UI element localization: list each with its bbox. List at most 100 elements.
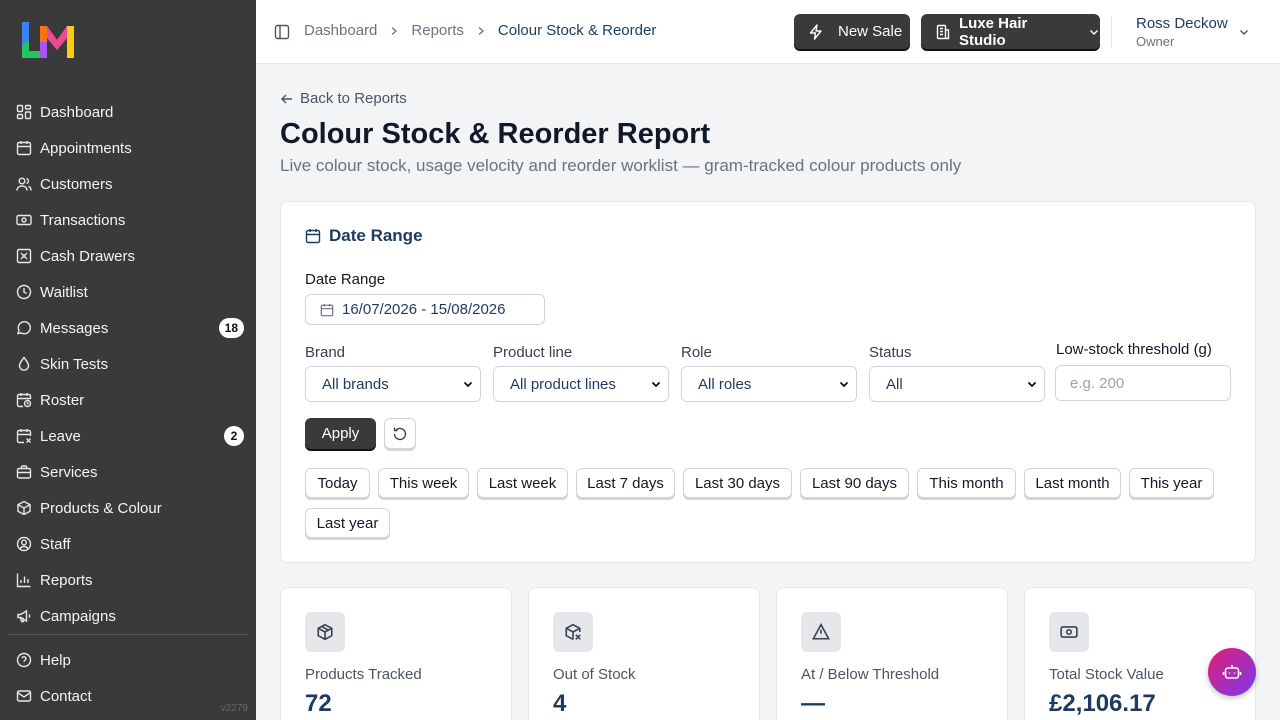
back-label: Back to Reports xyxy=(300,90,407,107)
sidebar-item-label: Customers xyxy=(40,175,113,193)
preset-last-week-button[interactable]: Last week xyxy=(477,468,568,498)
sidebar-item-label: Roster xyxy=(40,391,85,409)
sidebar-item-messages[interactable]: Messages 18 xyxy=(0,310,256,346)
chevron-down-icon xyxy=(650,378,662,390)
sidebar-item-label: Messages xyxy=(40,319,109,337)
brand-select[interactable]: All brands xyxy=(305,366,481,402)
chevron-down-icon xyxy=(1088,26,1100,38)
sidebar-item-help[interactable]: Help xyxy=(0,642,256,678)
sidebar-item-label: Products & Colour xyxy=(40,499,162,517)
sidebar-item-reports[interactable]: Reports xyxy=(0,562,256,598)
filters-card-title: Date Range xyxy=(305,226,423,246)
sidebar-item-staff[interactable]: Staff xyxy=(0,526,256,562)
sidebar-divider xyxy=(8,634,248,635)
sidebar-item-services[interactable]: Services xyxy=(0,454,256,490)
app-logo[interactable] xyxy=(20,20,76,60)
preset-last-7-days-button[interactable]: Last 7 days xyxy=(576,468,675,498)
box-icon xyxy=(305,612,345,652)
preset-last-month-button[interactable]: Last month xyxy=(1024,468,1121,498)
sidebar-item-leave[interactable]: Leave 2 xyxy=(0,418,256,454)
stat-at-below-threshold: At / Below Threshold — xyxy=(776,587,1008,720)
bot-icon xyxy=(1222,662,1242,682)
preset-this-year-button[interactable]: This year xyxy=(1129,468,1214,498)
sidebar-item-label: Cash Drawers xyxy=(40,247,136,265)
sidebar-item-label: Staff xyxy=(40,535,71,553)
date-range-picker[interactable]: 16/07/2026 - 15/08/2026 xyxy=(305,294,545,325)
preset-last-90-days-button[interactable]: Last 90 days xyxy=(800,468,909,498)
page-subtitle: Live colour stock, usage velocity and re… xyxy=(280,156,962,175)
bar-chart-icon xyxy=(16,572,32,588)
chevron-down-icon xyxy=(838,378,850,390)
megaphone-icon xyxy=(16,608,32,624)
calendar-clock-icon xyxy=(16,392,32,408)
calendar-icon xyxy=(305,228,329,244)
stat-value: — xyxy=(801,690,825,717)
calendar-icon xyxy=(320,303,342,317)
reset-button[interactable] xyxy=(384,418,416,449)
sidebar-item-waitlist[interactable]: Waitlist xyxy=(0,274,256,310)
breadcrumb-dashboard[interactable]: Dashboard xyxy=(304,22,377,39)
sidebar-item-dashboard[interactable]: Dashboard xyxy=(0,94,256,130)
threshold-input[interactable]: e.g. 200 xyxy=(1055,365,1231,401)
stat-products-tracked: Products Tracked 72 xyxy=(280,587,512,720)
preset-this-week-button[interactable]: This week xyxy=(378,468,469,498)
sidebar-item-skin-tests[interactable]: Skin Tests xyxy=(0,346,256,382)
user-name: Ross Deckow xyxy=(1136,15,1228,32)
topbar-divider xyxy=(1111,16,1112,48)
apply-button[interactable]: Apply xyxy=(305,418,376,449)
sidebar-item-label: Transactions xyxy=(40,211,126,229)
sidebar-item-products-colour[interactable]: Products & Colour xyxy=(0,490,256,526)
sidebar-item-label: Reports xyxy=(40,571,93,589)
sidebar-item-cash-drawers[interactable]: Cash Drawers xyxy=(0,238,256,274)
briefcase-icon xyxy=(16,464,32,480)
sidebar-item-label: Dashboard xyxy=(40,103,114,121)
sidebar-item-customers[interactable]: Customers xyxy=(0,166,256,202)
product-line-select[interactable]: All product lines xyxy=(493,366,669,402)
threshold-placeholder: e.g. 200 xyxy=(1070,374,1125,392)
sidebar-item-campaigns[interactable]: Campaigns xyxy=(0,598,256,634)
sidebar-item-contact[interactable]: Contact xyxy=(0,678,256,714)
chevron-right-icon xyxy=(389,26,399,36)
arrow-left-icon xyxy=(280,92,300,106)
sidebar-toggle-icon[interactable] xyxy=(274,24,290,40)
page-title: Colour Stock & Reorder Report xyxy=(280,118,711,150)
studio-switcher-button[interactable]: Luxe Hair Studio xyxy=(921,14,1100,49)
breadcrumb: Dashboard Reports Colour Stock & Reorder xyxy=(304,22,656,39)
sidebar-item-label: Services xyxy=(40,463,98,481)
users-icon xyxy=(16,176,32,192)
date-range-value: 16/07/2026 - 15/08/2026 xyxy=(342,301,506,318)
sidebar: Dashboard Appointments Customers Transac… xyxy=(0,0,256,720)
status-label: Status xyxy=(869,344,912,361)
role-select[interactable]: All roles xyxy=(681,366,857,402)
dashboard-icon xyxy=(16,104,32,120)
sidebar-item-label: Skin Tests xyxy=(40,355,109,373)
sidebar-item-label: Contact xyxy=(40,687,92,705)
sidebar-item-transactions[interactable]: Transactions xyxy=(0,202,256,238)
sidebar-item-label: Leave xyxy=(40,427,81,445)
messages-count-badge: 18 xyxy=(218,318,244,338)
user-menu-chevron-icon[interactable] xyxy=(1238,26,1250,38)
chevron-down-icon xyxy=(462,378,474,390)
threshold-label: Low-stock threshold (g) xyxy=(1056,341,1212,358)
preset-this-month-button[interactable]: This month xyxy=(917,468,1016,498)
sidebar-item-appointments[interactable]: Appointments xyxy=(0,130,256,166)
sidebar-item-roster[interactable]: Roster xyxy=(0,382,256,418)
preset-today-button[interactable]: Today xyxy=(305,468,370,498)
stat-label: Products Tracked xyxy=(305,666,422,683)
preset-last-year-button[interactable]: Last year xyxy=(305,508,390,538)
stat-label: Out of Stock xyxy=(553,666,636,683)
new-sale-label: New Sale xyxy=(838,23,903,40)
back-to-reports-link[interactable]: Back to Reports xyxy=(280,90,407,107)
assistant-fab-button[interactable] xyxy=(1208,648,1256,696)
sidebar-nav: Dashboard Appointments Customers Transac… xyxy=(0,94,256,634)
status-select[interactable]: All xyxy=(869,366,1045,402)
new-sale-button[interactable]: New Sale xyxy=(794,14,910,49)
filters-card: Date Range Date Range 16/07/2026 - 15/08… xyxy=(280,201,1256,563)
user-menu[interactable]: Ross Deckow Owner xyxy=(1136,15,1228,49)
package-icon xyxy=(16,500,32,516)
breadcrumb-reports[interactable]: Reports xyxy=(411,22,464,39)
calendar-x-icon xyxy=(16,428,32,444)
calendar-icon xyxy=(16,140,32,156)
preset-last-30-days-button[interactable]: Last 30 days xyxy=(683,468,792,498)
help-icon xyxy=(16,652,32,668)
